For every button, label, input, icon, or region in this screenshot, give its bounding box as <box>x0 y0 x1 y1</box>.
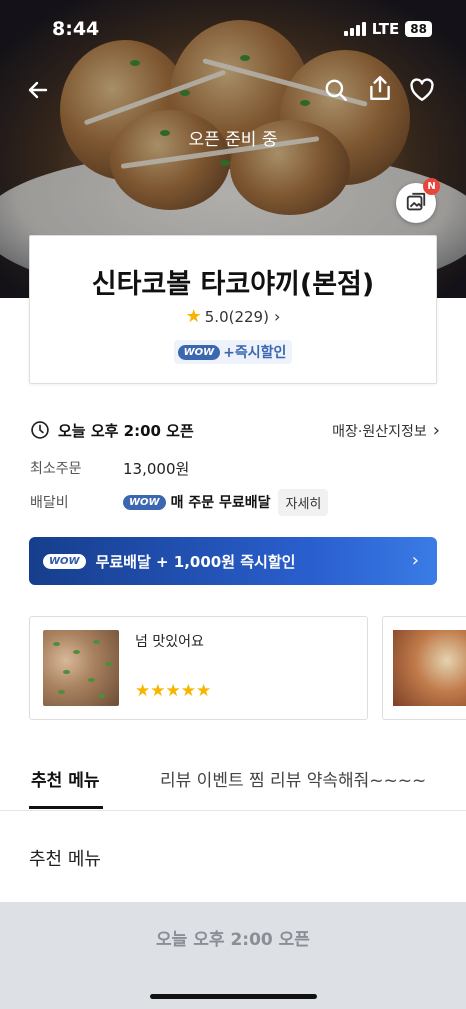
origin-link-label: 매장·원산지정보 <box>332 423 427 440</box>
store-name: 신타코볼 타코야끼(본점) <box>91 269 375 300</box>
min-order-row: 최소주문 13,000원 <box>30 455 189 481</box>
search-icon <box>325 79 347 101</box>
bottom-order-bar: 오늘 오후 2:00 오픈 <box>0 902 466 1009</box>
wow-badge: WOW <box>43 553 86 569</box>
review-photo <box>43 630 119 706</box>
status-indicators: LTE 88 <box>343 20 432 38</box>
top-nav <box>0 70 466 110</box>
favorite-button[interactable] <box>406 74 438 106</box>
share-icon <box>370 76 390 100</box>
battery-icon: 88 <box>405 21 432 37</box>
delivery-fee-label: 배달비 <box>30 495 69 511</box>
active-tab-indicator <box>29 806 103 809</box>
status-time: 8:44 <box>52 18 100 40</box>
min-order-value: 13,000원 <box>123 459 190 478</box>
chevron-right-icon: › <box>432 420 440 441</box>
back-button[interactable] <box>22 74 54 106</box>
heart-icon <box>410 78 434 101</box>
bottom-open-status: 오늘 오후 2:00 오픈 <box>156 930 310 950</box>
network-label: LTE <box>371 20 400 38</box>
back-arrow-icon <box>28 81 48 99</box>
review-card[interactable] <box>382 616 466 720</box>
details-button[interactable]: 자세히 <box>278 488 329 516</box>
tab-review-event[interactable]: 리뷰 이벤트 찜 리뷰 약속해줘~~~~ <box>160 766 426 791</box>
opening-hours: 오늘 오후 2:00 오픈 <box>58 421 194 440</box>
delivery-fee-row: 배달비 WOW 매 주문 무료배달 자세히 <box>30 488 329 516</box>
chevron-right-icon: › <box>273 307 281 326</box>
open-status-label: 오픈 준비 중 <box>188 130 278 150</box>
review-photo <box>393 630 466 706</box>
promo-text: +즉시할인 <box>223 345 287 361</box>
rating-value: 5.0(229) <box>204 307 269 326</box>
search-button[interactable] <box>320 74 352 106</box>
wow-promo-banner[interactable]: WOW 무료배달 + 1,000원 즉시할인 › <box>29 537 437 585</box>
review-rating-stars: ★★★★★ <box>135 681 212 701</box>
store-card: 신타코볼 타코야끼(본점) ★ 5.0(229) › WOW +즉시할인 <box>29 235 437 384</box>
home-indicator[interactable] <box>150 994 317 999</box>
tab-recommended-menu[interactable]: 추천 메뉴 <box>31 766 99 791</box>
chevron-right-icon: › <box>411 550 419 571</box>
menu-tabs: 추천 메뉴 리뷰 이벤트 찜 리뷰 약속해줘~~~~ <box>0 756 466 811</box>
hours-row: 오늘 오후 2:00 오픈 매장·원산지정보 › <box>30 418 440 442</box>
signal-icon <box>343 22 366 36</box>
photo-icon <box>406 192 426 211</box>
promo-row: WOW +즉시할인 <box>30 340 436 364</box>
status-bar: 8:44 LTE 88 <box>0 0 466 64</box>
share-button[interactable] <box>364 72 396 104</box>
rating-link[interactable]: ★ 5.0(229) › <box>30 306 436 327</box>
star-icon: ★ <box>185 306 202 327</box>
store-origin-info-link[interactable]: 매장·원산지정보 › <box>332 420 440 441</box>
clock-icon <box>31 421 49 439</box>
section-title: 추천 메뉴 <box>29 849 101 870</box>
free-delivery-text: 매 주문 무료배달 <box>170 495 271 511</box>
new-badge: N <box>423 178 440 195</box>
min-order-label: 최소주문 <box>30 461 82 477</box>
wow-badge: WOW <box>177 344 221 360</box>
wow-badge: WOW <box>123 494 166 510</box>
promo-pill: WOW +즉시할인 <box>173 340 293 364</box>
review-text: 넘 맛있어요 <box>135 634 204 650</box>
banner-text: 무료배달 + 1,000원 즉시할인 <box>95 552 296 571</box>
review-card[interactable]: 넘 맛있어요 ★★★★★ <box>29 616 368 720</box>
